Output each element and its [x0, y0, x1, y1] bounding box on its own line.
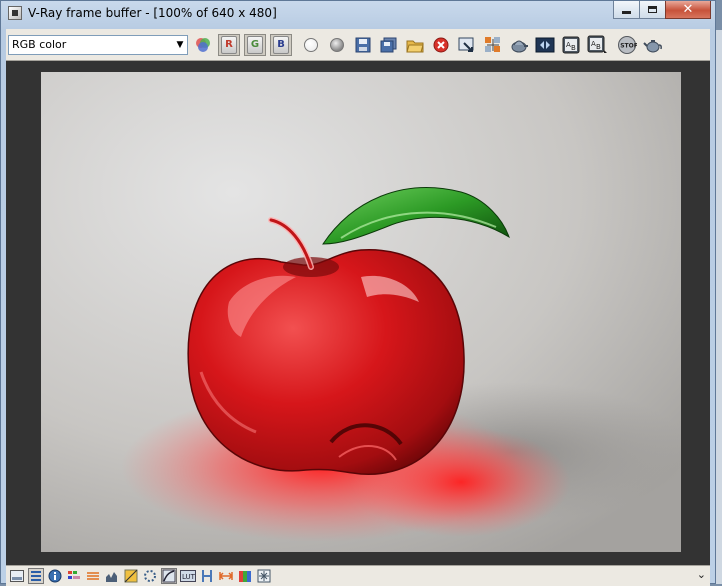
info-button[interactable] [47, 568, 63, 584]
green-channel-icon: G [247, 35, 263, 54]
mono-ball-icon [330, 37, 344, 52]
stamp-b-button[interactable]: A B [586, 34, 608, 56]
duplicate-to-max-button[interactable] [456, 34, 478, 56]
maximize-icon [648, 6, 657, 13]
desktop-edge [716, 30, 722, 584]
white-balance-button[interactable] [142, 568, 158, 584]
save-image-button[interactable] [352, 34, 374, 56]
svg-text:LUT: LUT [182, 573, 196, 581]
rendered-image[interactable] [41, 72, 681, 552]
clear-image-icon [433, 37, 449, 52]
white-balance-icon [144, 570, 156, 582]
view-mono-button[interactable] [326, 34, 348, 56]
ocio-button[interactable] [218, 568, 234, 584]
hue-icon [202, 570, 212, 582]
stamp-a-icon: A B [562, 36, 580, 53]
switch-channel-button[interactable] [192, 34, 214, 56]
rendered-glass-apple-image [41, 72, 681, 552]
pixel-aspect-icon [257, 569, 271, 583]
histogram-button[interactable] [104, 568, 120, 584]
stamp-b-icon: A B [587, 35, 607, 53]
lut-button[interactable]: LUT [180, 568, 196, 584]
window-title: V-Ray frame buffer - [100% of 640 x 480] [28, 6, 277, 20]
render-viewport[interactable] [6, 61, 710, 581]
minimize-button[interactable] [613, 1, 640, 19]
vray-app-icon[interactable] [8, 6, 22, 20]
hue-button[interactable] [199, 568, 215, 584]
vray-frame-buffer-window: V-Ray frame buffer - [100% of 640 x 480]… [0, 0, 716, 586]
view-white-button[interactable] [300, 34, 322, 56]
color-correction-button[interactable] [28, 568, 44, 584]
lut-icon: LUT [180, 570, 196, 582]
compare-button[interactable] [237, 568, 253, 584]
stop-render-button[interactable]: STOP [616, 34, 638, 56]
close-button[interactable]: ✕ [665, 1, 711, 19]
minimize-icon [622, 11, 631, 14]
switch-channel-icon [196, 37, 210, 52]
save-all-icon [380, 37, 397, 52]
track-mouse-button[interactable] [482, 34, 504, 56]
render-last-icon [535, 37, 555, 52]
load-image-button[interactable] [404, 34, 426, 56]
levels-icon [68, 571, 80, 579]
blue-channel-icon: B [273, 35, 289, 54]
pixel-aspect-button[interactable] [256, 568, 272, 584]
stamp-a-button[interactable]: A B [560, 34, 582, 56]
save-image-icon [355, 37, 371, 52]
curves-button[interactable] [85, 568, 101, 584]
track-mouse-icon [485, 36, 500, 52]
clear-image-button[interactable] [430, 34, 452, 56]
chevron-down-icon: ▼ [176, 39, 184, 50]
render-last-button[interactable] [534, 34, 556, 56]
bottom-toolbar: LUT ⌄ [6, 565, 710, 586]
blue-channel-button[interactable]: B [270, 33, 292, 56]
histogram-icon [106, 572, 117, 582]
render-teapot-button[interactable] [642, 34, 664, 56]
srgb-icon [162, 569, 176, 583]
region-render-button[interactable] [508, 34, 530, 56]
levels-button[interactable] [66, 568, 82, 584]
info-icon [48, 569, 62, 583]
curves-icon [87, 572, 99, 580]
channel-select-value: RGB color [12, 38, 67, 51]
stop-render-icon: STOP [618, 35, 637, 54]
svg-text:B: B [571, 44, 576, 52]
close-icon: ✕ [682, 2, 694, 17]
red-channel-button[interactable]: R [218, 33, 240, 56]
caption-buttons: ✕ [613, 1, 711, 19]
frame-buffer-client: RGB color ▼ R G B A B A B STOP LUT ⌄ [6, 29, 710, 586]
region-render-icon [511, 40, 528, 52]
toolbar: RGB color ▼ R G B A B A B STOP [6, 29, 710, 61]
ocio-icon [219, 572, 233, 580]
red-channel-icon: R [221, 35, 237, 54]
srgb-button[interactable] [161, 568, 177, 584]
svg-text:STOP: STOP [620, 42, 637, 49]
display-colors-button[interactable] [9, 568, 25, 584]
exposure-button[interactable] [123, 568, 139, 584]
expand-chevron-icon[interactable]: ⌄ [697, 568, 706, 581]
maximize-button[interactable] [639, 1, 666, 19]
duplicate-to-max-icon [458, 37, 474, 52]
color-correction-icon [31, 571, 41, 581]
channel-select[interactable]: RGB color ▼ [8, 34, 188, 55]
title-bar[interactable]: V-Ray frame buffer - [100% of 640 x 480]… [1, 1, 715, 25]
white-ball-icon [304, 37, 318, 52]
display-colors-icon [10, 570, 24, 582]
exposure-icon [124, 569, 138, 583]
load-image-icon [406, 40, 424, 52]
svg-text:B: B [596, 43, 601, 51]
save-all-button[interactable] [378, 34, 400, 56]
teapot-icon [643, 39, 662, 52]
compare-icon [239, 571, 251, 582]
green-channel-button[interactable]: G [244, 33, 266, 56]
